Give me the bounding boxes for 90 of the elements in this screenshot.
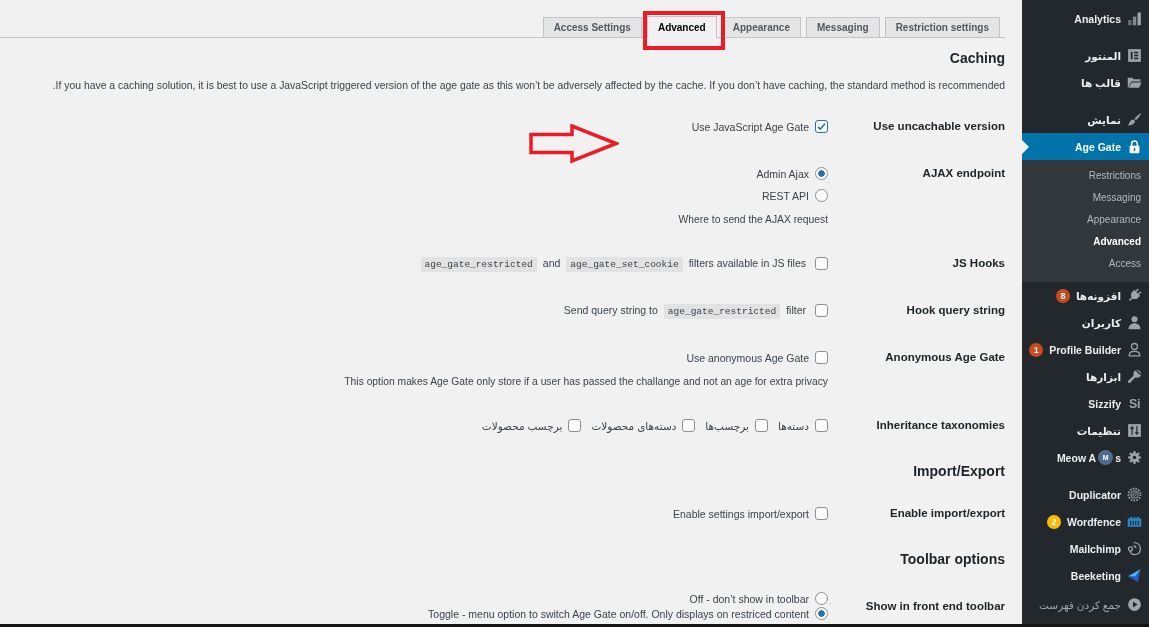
count-badge: 2 — [1046, 514, 1061, 529]
field-description: This option makes Age Gate only store if a user has passed the challange and not an age for extra privacy — [344, 375, 828, 389]
radio-label: REST API — [761, 189, 809, 202]
bar-chart-icon — [1127, 11, 1142, 26]
sidebar-item[interactable]: Mailchimp — [1022, 535, 1149, 562]
checkbox[interactable] — [682, 419, 696, 432]
folder-icon — [1127, 75, 1142, 90]
field-label: Inheritance taxonomies — [875, 418, 1005, 433]
field-label: JS Hooks — [951, 256, 1005, 271]
radio-label: Toggle - menu option to switch Age Gate on/off. Only displays on restriced content — [428, 607, 809, 620]
checkbox[interactable] — [568, 419, 582, 432]
checkbox-label: برچسب‌ها — [705, 419, 749, 432]
code-snippet: age_gate_restricted — [663, 304, 781, 319]
sidebar-item[interactable]: Age Gate — [1022, 133, 1149, 160]
tab[interactable]: Messaging — [805, 17, 880, 38]
sidebar-item[interactable]: تنظیمات — [1022, 417, 1149, 444]
striped-circle-icon — [1127, 487, 1142, 502]
checkbox-label: Use anonymous Age Gate — [686, 351, 809, 364]
label-text: and — [542, 257, 561, 269]
checkbox[interactable] — [815, 257, 828, 270]
sliders-icon — [1127, 423, 1142, 438]
sidebar-item[interactable]: نمایش — [1022, 106, 1149, 133]
field-label: Show in front end toolbar — [864, 599, 1005, 614]
fence-icon — [1127, 514, 1142, 529]
count-badge: 8 — [1055, 288, 1070, 303]
checkbox[interactable] — [755, 419, 768, 432]
sidebar-item[interactable]: کاربران — [1022, 309, 1149, 336]
sidebar-item[interactable]: Duplicator — [1022, 481, 1149, 508]
submenu-item[interactable]: Messaging — [1022, 187, 1149, 209]
logo-text: Si — [1128, 396, 1141, 411]
code-snippet: age_gate_set_cookie — [566, 257, 683, 272]
radio-button[interactable] — [815, 189, 828, 202]
field-label: AJAX endpoint — [921, 166, 1005, 181]
checkbox[interactable] — [815, 304, 828, 317]
submenu-item[interactable]: Appearance — [1022, 209, 1149, 231]
checkbox[interactable] — [815, 120, 828, 133]
field-label: Use uncachable version — [872, 119, 1005, 134]
label-text: Send query string to — [563, 304, 658, 316]
submenu-item[interactable]: Access — [1022, 253, 1149, 275]
radio-button[interactable] — [815, 607, 828, 620]
label-text: filters available in JS files — [688, 257, 806, 269]
plug-icon — [1127, 288, 1142, 303]
label-text: filter — [786, 304, 806, 316]
sidebar-item[interactable]: 2 Wordfence — [1022, 508, 1149, 535]
head-icon — [1127, 541, 1142, 556]
section-description: If you have a caching solution, it is best to use a JavaScript triggered version of the age gate as this won’t be adversely affected by the cache. If you don’t have caching, the standard method is recommended. — [51, 79, 1005, 93]
radio-label: Off - don’t show in toolbar — [689, 592, 809, 605]
brush-icon — [1127, 112, 1142, 127]
checkbox[interactable] — [815, 507, 828, 520]
field-label: Enable import/export — [888, 506, 1005, 521]
field-label: Anonymous Age Gate — [884, 350, 1005, 365]
user-icon — [1127, 315, 1142, 330]
sidebar-item[interactable]: Analytics — [1022, 5, 1149, 32]
wrench-icon — [1127, 369, 1142, 384]
code-snippet: age_gate_restricted — [420, 257, 537, 272]
sidebar-item[interactable]: قالب ها — [1022, 69, 1149, 96]
checkbox-label: Use JavaScript Age Gate — [691, 120, 809, 133]
checkbox[interactable] — [815, 419, 828, 432]
checkbox[interactable] — [815, 351, 828, 364]
collapse-menu-button[interactable]: جمع کردن فهرست — [1022, 591, 1149, 618]
sidebar-item[interactable]: 1 Profile Builder — [1022, 336, 1149, 363]
sidebar-item[interactable]: المنتور — [1022, 42, 1149, 69]
lined-square-icon — [1127, 48, 1142, 63]
checkbox-label: دسته‌ها — [778, 419, 809, 432]
field-label: Hook query string — [905, 303, 1005, 318]
checkbox-label: دسته‌های محصولات — [591, 419, 677, 432]
play-circle-icon — [1127, 597, 1142, 612]
count-badge: 1 — [1029, 342, 1044, 357]
sidebar-item[interactable]: ابزارها — [1022, 363, 1149, 390]
triangle-icon — [1127, 568, 1142, 583]
tab[interactable]: Advanced — [646, 16, 717, 38]
sidebar-item[interactable]: Sizzify Si — [1022, 390, 1149, 417]
lock-icon — [1127, 139, 1142, 154]
checkbox-label: برچسب محصولات — [481, 419, 563, 432]
section-heading: Toolbar options — [899, 551, 1005, 568]
tab[interactable]: Access Settings — [542, 17, 642, 38]
radio-button[interactable] — [815, 167, 828, 180]
section-heading: Caching — [948, 50, 1005, 67]
section-heading: Import/Export — [912, 463, 1005, 480]
tab[interactable]: Restriction settings — [884, 17, 1000, 38]
radio-label: Admin Ajax — [756, 167, 809, 180]
gear-icon — [1127, 450, 1142, 465]
radio-button[interactable] — [815, 592, 828, 605]
checkbox-label: Enable settings import/export — [673, 507, 809, 520]
field-description: Where to send the AJAX request — [678, 213, 828, 227]
submenu-item[interactable]: Advanced — [1022, 231, 1149, 253]
sidebar-item[interactable]: Beeketing — [1022, 562, 1149, 589]
user-outline-icon — [1127, 342, 1142, 357]
submenu-item[interactable]: Restrictions — [1022, 165, 1149, 187]
checkmark-icon — [816, 121, 827, 132]
